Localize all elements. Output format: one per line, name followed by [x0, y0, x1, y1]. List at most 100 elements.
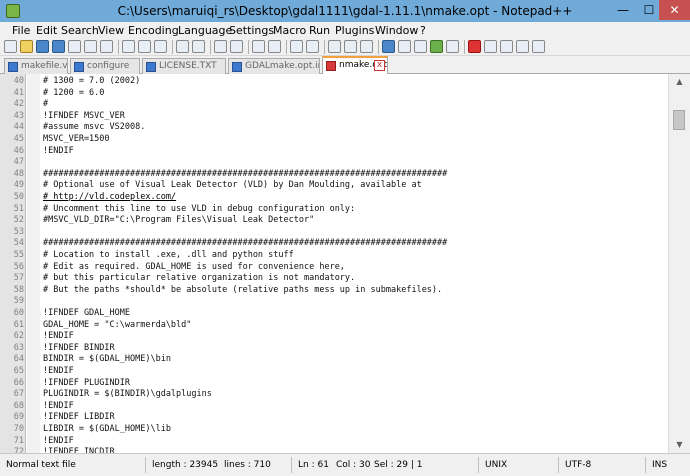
minimize-button[interactable]: —: [610, 0, 636, 20]
zoom-out-icon[interactable]: [268, 40, 281, 53]
line-number: 47: [13, 157, 24, 168]
code-line: GDAL_HOME = "C:\warmerda\bld": [43, 319, 192, 330]
tab-label: configure: [87, 61, 130, 71]
tab-license-txt[interactable]: LICENSE.TXT: [142, 58, 226, 74]
tab-close-icon[interactable]: x: [374, 60, 385, 71]
toolbar-separator: [210, 40, 211, 54]
save-all-icon[interactable]: [52, 40, 65, 53]
menu-encoding[interactable]: Encoding: [128, 24, 179, 37]
menu-language[interactable]: Language: [178, 24, 232, 37]
line-number: 71: [13, 435, 24, 446]
menu-search[interactable]: Search: [61, 24, 99, 37]
code-line: !ENDIF: [43, 145, 74, 156]
close-button[interactable]: ✕: [659, 0, 690, 20]
user-language-icon[interactable]: [382, 40, 395, 53]
line-number: 44: [13, 122, 24, 133]
toolbar-separator: [248, 40, 249, 54]
save-macro-icon[interactable]: [532, 40, 545, 53]
sync-horizontal-icon[interactable]: [306, 40, 319, 53]
menu-view[interactable]: View: [98, 24, 124, 37]
line-number: 59: [13, 296, 24, 307]
replace-icon[interactable]: [230, 40, 243, 53]
close-file-icon[interactable]: [68, 40, 81, 53]
code-line: !IFNDEF PLUGINDIR: [43, 377, 130, 388]
status-separator: [645, 457, 646, 473]
menu-settings[interactable]: Settings: [229, 24, 274, 37]
folder-as-workspace-icon[interactable]: [430, 40, 443, 53]
playback-macro-icon[interactable]: [500, 40, 513, 53]
copy-icon[interactable]: [138, 40, 151, 53]
line-number: 62: [13, 331, 24, 342]
fold-margin[interactable]: [27, 74, 40, 453]
line-number: 54: [13, 238, 24, 249]
line-number: 66: [13, 377, 24, 388]
find-icon[interactable]: [214, 40, 227, 53]
menu-help[interactable]: ?: [420, 24, 426, 37]
line-number: 40: [13, 76, 24, 86]
line-number: 43: [13, 110, 24, 121]
paste-icon[interactable]: [154, 40, 167, 53]
zoom-in-icon[interactable]: [252, 40, 265, 53]
tab-configure[interactable]: configure: [70, 58, 140, 74]
menu-run[interactable]: Run: [309, 24, 330, 37]
menu-macro[interactable]: Macro: [273, 24, 306, 37]
menu-window[interactable]: Window: [375, 24, 418, 37]
line-number: 69: [13, 412, 24, 423]
saved-file-icon: [8, 62, 18, 72]
word-wrap-icon[interactable]: [328, 40, 341, 53]
close-all-icon[interactable]: [84, 40, 97, 53]
menu-file[interactable]: File: [12, 24, 30, 37]
show-all-characters-icon[interactable]: [344, 40, 357, 53]
code-line: # Uncomment this line to use VLD in debu…: [43, 203, 356, 214]
print-icon[interactable]: [100, 40, 113, 53]
monitoring-icon[interactable]: [446, 40, 459, 53]
code-line: !ENDIF: [43, 331, 74, 342]
status-insert-mode: INS: [652, 460, 668, 470]
line-number: 63: [13, 342, 24, 353]
stop-recording-icon[interactable]: [484, 40, 497, 53]
open-file-icon[interactable]: [20, 40, 33, 53]
menu-plugins[interactable]: Plugins: [335, 24, 374, 37]
line-number: 51: [13, 203, 24, 214]
indent-guide-icon[interactable]: [360, 40, 373, 53]
text-editor[interactable]: # 1300 = 7.0 (2002) # 1200 = 6.0 # !IFNDEF …: [40, 74, 668, 453]
scroll-up-arrow-icon[interactable]: ▲: [669, 74, 690, 90]
status-length: length : 23945: [152, 460, 219, 470]
scrollbar-thumb[interactable]: [673, 109, 685, 130]
redo-icon[interactable]: [192, 40, 205, 53]
status-bar: Normal text file length : 23945 lines : …: [0, 453, 690, 476]
undo-icon[interactable]: [176, 40, 189, 53]
run-macro-multiple-icon[interactable]: [516, 40, 529, 53]
vertical-scrollbar[interactable]: ▲ ▼: [668, 74, 690, 453]
save-icon[interactable]: [36, 40, 49, 53]
tab-gdalmake-opt-in[interactable]: GDALmake.opt.in: [228, 58, 320, 74]
status-encoding: UTF-8: [565, 460, 592, 470]
record-macro-icon[interactable]: [468, 40, 481, 53]
new-file-icon[interactable]: [4, 40, 17, 53]
menu-edit[interactable]: Edit: [36, 24, 57, 37]
line-number: 56: [13, 261, 24, 272]
toolbar-separator: [378, 40, 379, 54]
scroll-down-arrow-icon[interactable]: ▼: [669, 437, 690, 453]
sync-vertical-icon[interactable]: [290, 40, 303, 53]
saved-file-icon: [146, 62, 156, 72]
function-list-icon[interactable]: [414, 40, 427, 53]
status-separator: [291, 457, 292, 473]
line-number: 50: [13, 192, 24, 202]
code-line: !IFNDEF GDAL_HOME: [43, 308, 130, 318]
code-line: # 1300 = 7.0 (2002): [43, 76, 141, 86]
line-number: 46: [13, 145, 24, 156]
cut-icon[interactable]: [122, 40, 135, 53]
code-line: !IFNDEF MSVC_VER: [43, 110, 125, 121]
tab-nmake-opt[interactable]: nmake.opt x: [322, 56, 388, 74]
code-line: # 1200 = 6.0: [43, 87, 105, 98]
code-line: PLUGINDIR = $(BINDIR)\gdalplugins: [43, 389, 212, 400]
code-line: #: [43, 99, 49, 110]
menu-bar: File Edit Search View Encoding Language …: [0, 22, 690, 38]
line-number: 65: [13, 366, 24, 376]
code-line: !IFNDEF LIBDIR: [43, 412, 115, 423]
toolbar-separator: [118, 40, 119, 54]
notepad-plus-plus-app-icon[interactable]: [6, 4, 20, 18]
document-map-icon[interactable]: [398, 40, 411, 53]
tab-makefile-vc[interactable]: makefile.vc: [4, 58, 68, 74]
